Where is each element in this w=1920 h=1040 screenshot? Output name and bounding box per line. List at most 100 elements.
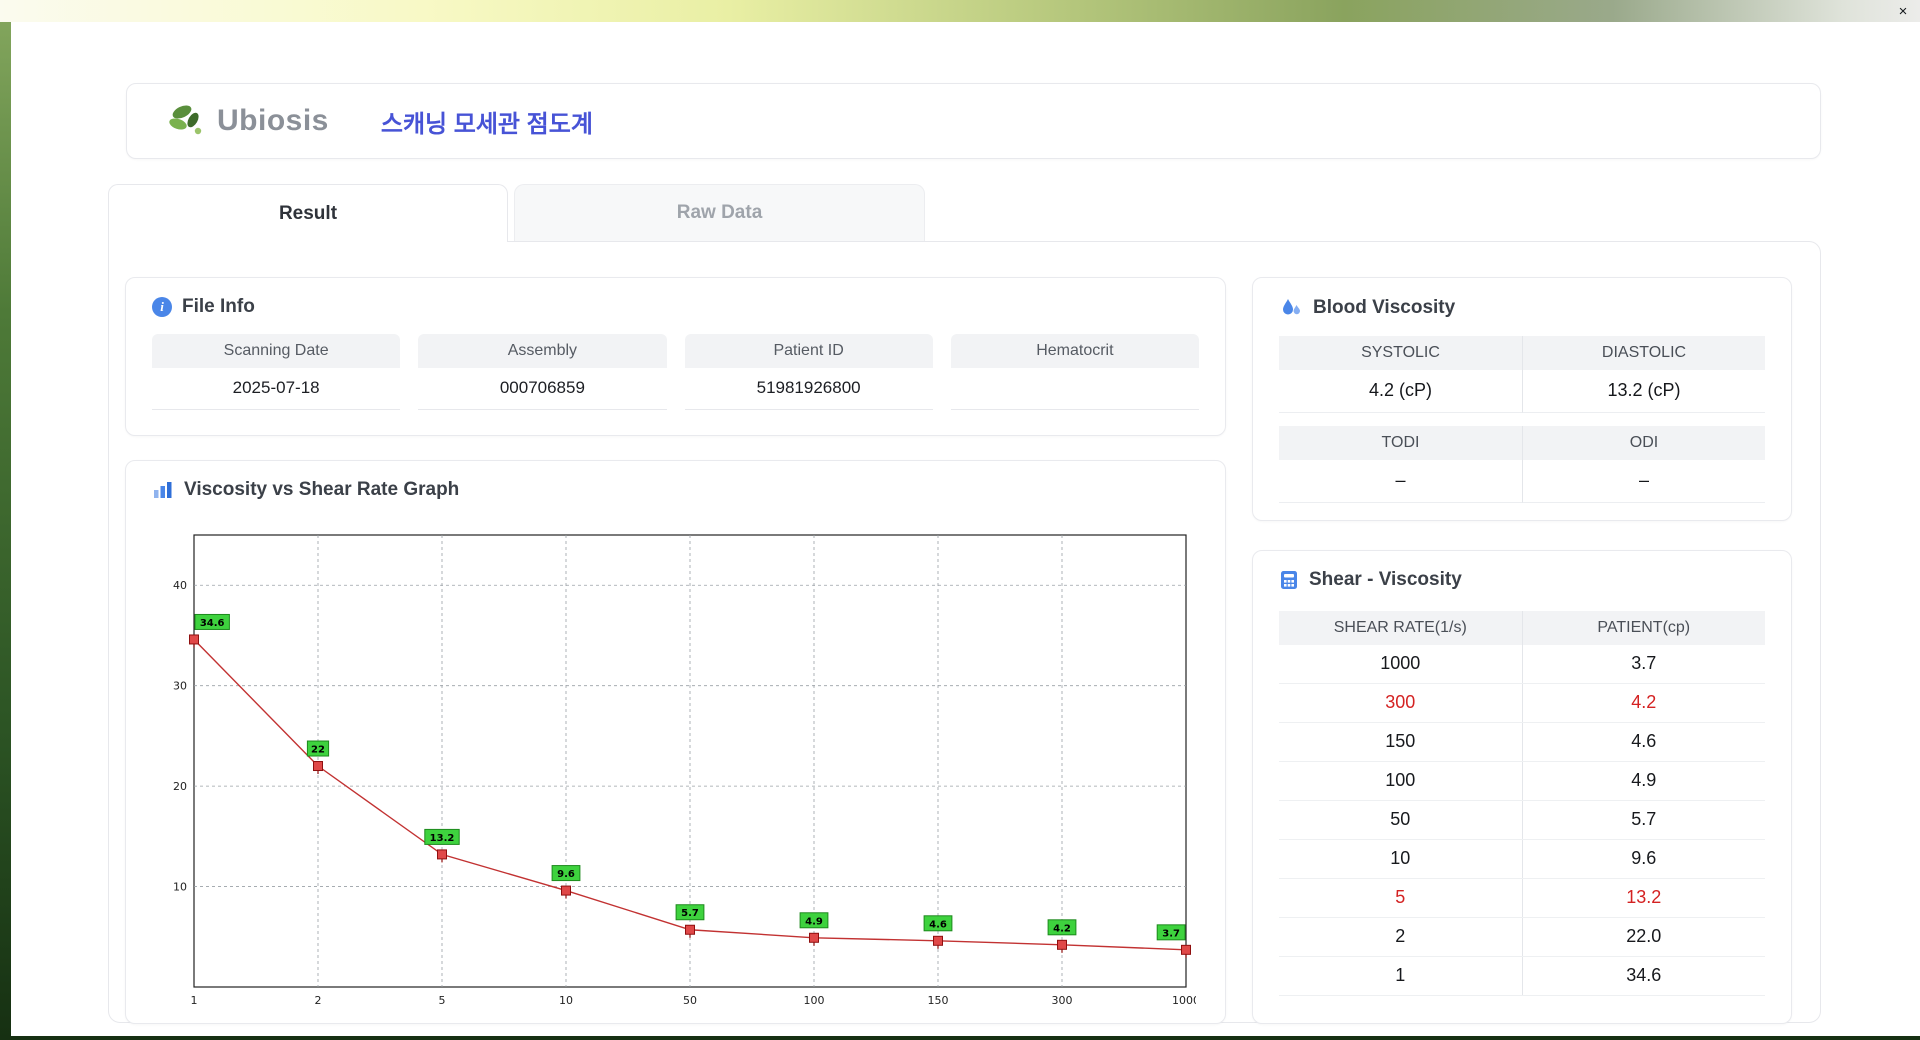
shear-rate-cell: 2: [1279, 917, 1523, 957]
shear-table-row: 10 9.6: [1279, 839, 1765, 879]
info-icon: i: [152, 297, 172, 317]
field-label: Patient ID: [684, 334, 933, 368]
patient-viscosity-cell: 13.2: [1522, 878, 1765, 918]
shear-table-row: 1 34.6: [1279, 956, 1765, 996]
svg-text:9.6: 9.6: [557, 869, 575, 880]
svg-text:1: 1: [191, 994, 198, 1007]
odi-value: –: [1522, 460, 1765, 503]
desktop: × Ubiosis 스캐닝 모세관 점도계 Result Raw Data i …: [0, 0, 1920, 1040]
shear-table-row: 100 4.9: [1279, 761, 1765, 801]
svg-text:4.9: 4.9: [805, 916, 823, 927]
shear-rate-cell: 300: [1279, 683, 1523, 723]
viscosity-chart: 1 2 5 10 50 100 150 300 1000 10 20 30 40 34.6 22 13.2 9.…: [156, 523, 1196, 1013]
svg-text:2: 2: [315, 994, 322, 1007]
shear-viscosity-table: SHEAR RATE(1/s) PATIENT(cp) 1000 3.7 300 4.…: [1279, 611, 1765, 996]
svg-text:20: 20: [173, 780, 187, 793]
desktop-top-strip: ×: [0, 0, 1920, 22]
patient-column-header: PATIENT(cp): [1522, 611, 1765, 645]
patient-viscosity-cell: 4.2: [1522, 683, 1765, 723]
shear-rate-cell: 50: [1279, 800, 1523, 840]
svg-text:10: 10: [173, 881, 187, 894]
field-value: 000706859: [499, 378, 585, 397]
patient-viscosity-cell: 4.6: [1522, 722, 1765, 762]
patient-viscosity-cell: 9.6: [1522, 839, 1765, 879]
file-info-title-row: i File Info: [126, 278, 1225, 318]
patient-viscosity-cell: 22.0: [1522, 917, 1765, 957]
shear-viscosity-title: Shear - Viscosity: [1309, 569, 1462, 590]
svg-text:300: 300: [1052, 994, 1073, 1007]
result-panel: i File Info Scanning Date 2025-07-18 Assem…: [108, 241, 1821, 1024]
svg-text:30: 30: [173, 680, 187, 693]
diastolic-value: 13.2 (cP): [1522, 370, 1765, 413]
app-window: Ubiosis 스캐닝 모세관 점도계 Result Raw Data i Fi…: [11, 22, 1920, 1036]
brand-logo: Ubiosis: [167, 101, 329, 141]
shear-rate-cell: 10: [1279, 839, 1523, 879]
blood-viscosity-title: Blood Viscosity: [1313, 297, 1456, 318]
patient-viscosity-cell: 34.6: [1522, 956, 1765, 996]
blood-viscosity-title-row: Blood Viscosity: [1253, 278, 1791, 320]
svg-text:5.7: 5.7: [681, 908, 699, 919]
svg-text:13.2: 13.2: [430, 833, 455, 844]
shear-rate-cell: 1: [1279, 956, 1523, 996]
shear-table-body: 1000 3.7 300 4.2 150 4.6 100 4.9 50 5.7 10 9.6 5 13.2…: [1279, 645, 1765, 996]
shear-viscosity-title-row: Shear - Viscosity: [1253, 551, 1791, 591]
shear-rate-cell: 150: [1279, 722, 1523, 762]
shear-viscosity-card: Shear - Viscosity SHEAR RATE(1/s) PATIEN…: [1252, 550, 1792, 1024]
field-value: [951, 368, 1199, 409]
shear-table-row: 1000 3.7: [1279, 645, 1765, 684]
systolic-label: SYSTOLIC: [1279, 336, 1522, 370]
viscosity-graph-card: Viscosity vs Shear Rate Graph 1 2 5 10 50 100…: [125, 460, 1226, 1024]
viscosity-chart-svg: 1 2 5 10 50 100 150 300 1000 10 20 30 40 34.6 22 13.2 9.…: [173, 534, 1196, 1007]
shear-rate-cell: 100: [1279, 761, 1523, 801]
svg-text:150: 150: [928, 994, 949, 1007]
field-label: Scanning Date: [152, 334, 401, 368]
shear-table-row: 150 4.6: [1279, 722, 1765, 762]
brand-name: Ubiosis: [217, 104, 329, 137]
patient-viscosity-cell: 3.7: [1522, 645, 1765, 684]
blood-viscosity-grid-bottom: TODI ODI – –: [1279, 426, 1765, 503]
shear-rate-column-header: SHEAR RATE(1/s): [1279, 611, 1523, 645]
svg-text:1000: 1000: [1172, 994, 1196, 1007]
tab-result[interactable]: Result: [108, 184, 508, 242]
water-drops-icon: [1279, 296, 1303, 320]
blood-viscosity-grid-top: SYSTOLIC DIASTOLIC 4.2 (cP) 13.2 (cP): [1279, 336, 1765, 413]
app-header: Ubiosis 스캐닝 모세관 점도계: [126, 83, 1821, 159]
svg-text:10: 10: [559, 994, 573, 1007]
field-value: 51981926800: [756, 378, 861, 397]
file-info-field: Scanning Date 2025-07-18: [152, 334, 401, 410]
svg-text:3.7: 3.7: [1162, 928, 1180, 939]
shear-table-row: 5 13.2: [1279, 878, 1765, 918]
svg-text:50: 50: [683, 994, 697, 1007]
svg-text:22: 22: [311, 745, 325, 756]
diastolic-label: DIASTOLIC: [1522, 336, 1765, 370]
shear-table-row: 50 5.7: [1279, 800, 1765, 840]
shear-rate-cell: 1000: [1279, 645, 1523, 684]
file-info-title: File Info: [182, 296, 255, 317]
patient-viscosity-cell: 5.7: [1522, 800, 1765, 840]
field-label: Assembly: [418, 334, 667, 368]
odi-label: ODI: [1522, 426, 1765, 460]
tab-raw-data[interactable]: Raw Data: [514, 184, 925, 241]
shear-table-row: 300 4.2: [1279, 683, 1765, 723]
svg-text:34.6: 34.6: [200, 618, 225, 629]
svg-text:5: 5: [439, 994, 446, 1007]
svg-text:100: 100: [804, 994, 825, 1007]
svg-text:4.6: 4.6: [929, 919, 947, 930]
file-info-card: i File Info Scanning Date 2025-07-18 Assem…: [125, 277, 1226, 436]
window-close-button[interactable]: ×: [1893, 1, 1913, 21]
app-title: 스캐닝 모세관 점도계: [380, 110, 593, 138]
graph-title-row: Viscosity vs Shear Rate Graph: [126, 461, 1225, 501]
bar-chart-icon: [152, 480, 174, 500]
file-info-field: Assembly 000706859: [418, 334, 667, 410]
ubiosis-leaf-logo-icon: [169, 105, 202, 135]
field-value: 2025-07-18: [232, 378, 320, 397]
svg-text:40: 40: [173, 579, 187, 592]
field-label: Hematocrit: [950, 334, 1199, 368]
blood-viscosity-card: Blood Viscosity SYSTOLIC DIASTOLIC 4.2 (…: [1252, 277, 1792, 521]
svg-text:4.2: 4.2: [1053, 923, 1071, 934]
todi-value: –: [1279, 460, 1522, 503]
file-info-field: Hematocrit: [950, 334, 1199, 410]
shear-table-row: 2 22.0: [1279, 917, 1765, 957]
graph-title: Viscosity vs Shear Rate Graph: [184, 479, 460, 500]
file-info-field: Patient ID 51981926800: [684, 334, 933, 410]
